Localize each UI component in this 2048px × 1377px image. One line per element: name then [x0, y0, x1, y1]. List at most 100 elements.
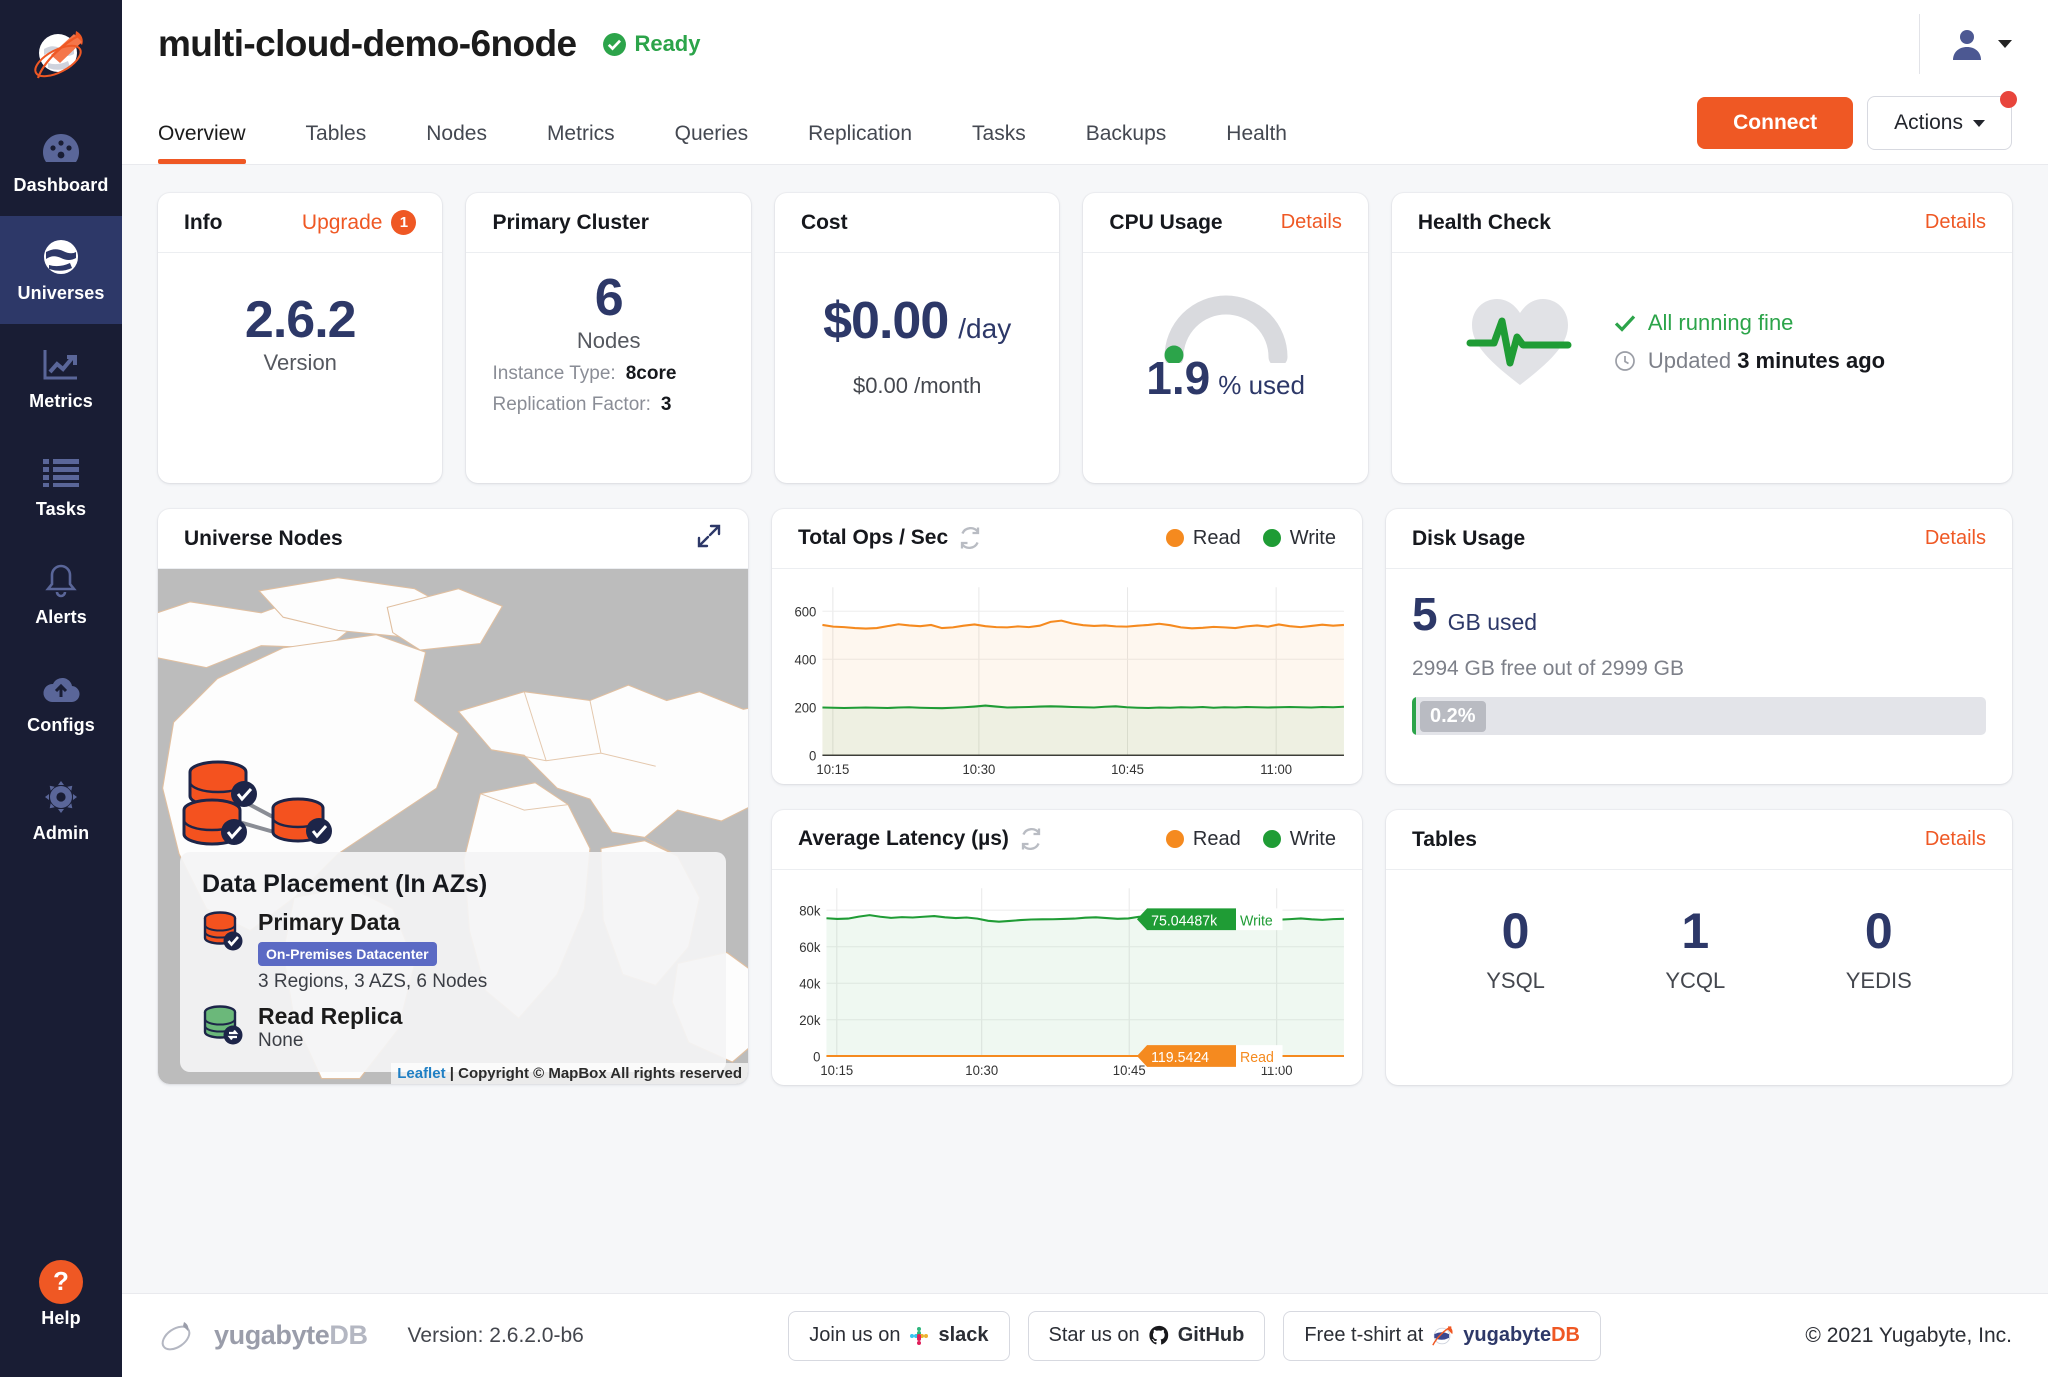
ycql-count: 1 [1665, 906, 1725, 956]
yugabyte-icon [1431, 1324, 1455, 1348]
disk-usage-fill [1412, 697, 1416, 735]
free-tshirt-button[interactable]: Free t-shirt at yugabyteDB [1283, 1311, 1601, 1361]
card-body: 2.6.2 Version [158, 253, 442, 398]
topbar: multi-cloud-demo-6node Ready Overview [122, 0, 2048, 165]
sidebar-item-admin[interactable]: Admin [0, 756, 122, 864]
disk-free-text: 2994 GB free out of 2999 GB [1412, 657, 1986, 681]
legend-read-label: Read [1193, 828, 1241, 851]
table-count-yedis: 0 YEDIS [1846, 906, 1912, 994]
sidebar-item-dashboard[interactable]: Dashboard [0, 108, 122, 216]
health-text-lines: All running fine Updated 3 minutes ago [1614, 310, 1885, 374]
refresh-icon[interactable] [1019, 827, 1043, 851]
sidebar-item-configs[interactable]: Configs [0, 648, 122, 756]
universe-version-value: 2.6.2 [184, 293, 416, 348]
cpu-value: 1.9 [1146, 351, 1210, 405]
list-icon [42, 453, 80, 493]
read-replica-row: Read Replica None [202, 1003, 704, 1052]
universe-nodes-card: Universe Nodes [158, 509, 748, 1084]
tab-backups[interactable]: Backups [1086, 122, 1167, 164]
legend-write[interactable]: Write [1263, 828, 1336, 851]
info-card-title: Info [184, 211, 222, 235]
legend-read[interactable]: Read [1166, 828, 1241, 851]
svg-text:10:15: 10:15 [816, 762, 849, 777]
leaflet-link[interactable]: Leaflet [397, 1065, 445, 1082]
app-logo[interactable] [0, 0, 122, 108]
user-menu[interactable] [1919, 14, 2012, 74]
tab-nodes[interactable]: Nodes [426, 122, 487, 164]
cpu-gauge: 1.9 % used [1109, 277, 1341, 405]
read-replica-name: Read Replica [258, 1003, 402, 1030]
sidebar-item-help[interactable]: ? Help [0, 1241, 122, 1349]
sidebar-item-universes[interactable]: Universes [0, 216, 122, 324]
bell-icon [44, 561, 78, 601]
card-header: Info Upgrade 1 [158, 193, 442, 253]
map-attribution: Leaflet | Copyright © MapBox All rights … [391, 1063, 748, 1084]
health-details-link[interactable]: Details [1925, 211, 1986, 234]
health-updated-prefix: Updated [1648, 348, 1731, 373]
tab-tasks[interactable]: Tasks [972, 122, 1026, 164]
tab-metrics[interactable]: Metrics [547, 122, 615, 164]
upgrade-link[interactable]: Upgrade 1 [302, 210, 417, 235]
star-github-prefix: Star us on [1049, 1324, 1140, 1347]
legend-read[interactable]: Read [1166, 527, 1241, 550]
legend-write[interactable]: Write [1263, 527, 1336, 550]
tab-queries[interactable]: Queries [675, 122, 749, 164]
free-tshirt-brand: yugabyteDB [1463, 1324, 1580, 1347]
sidebar-item-label: Configs [27, 715, 95, 736]
join-slack-brand: slack [938, 1324, 988, 1347]
svg-text:10:45: 10:45 [1113, 1063, 1146, 1078]
tables-card-title: Tables [1412, 828, 1477, 852]
replication-factor-row: Replication Factor: 3 [492, 394, 724, 416]
health-check-card-title: Health Check [1418, 211, 1551, 235]
legend-write-label: Write [1290, 527, 1336, 550]
svg-text:75.04487k: 75.04487k [1151, 913, 1218, 929]
sidebar-item-metrics[interactable]: Metrics [0, 324, 122, 432]
actions-button[interactable]: Actions [1867, 96, 2012, 150]
svg-text:0: 0 [813, 1049, 820, 1064]
svg-text:40k: 40k [799, 976, 821, 991]
legend-read-dot [1166, 830, 1184, 848]
read-replica-texts: Read Replica None [258, 1003, 402, 1052]
footer-brand-text: yugabyte [214, 1320, 329, 1350]
instance-type-value: 8core [626, 363, 677, 385]
tab-replication[interactable]: Replication [808, 122, 912, 164]
refresh-icon[interactable] [958, 526, 982, 550]
cost-monthly: $0.00 /month [801, 373, 1033, 399]
disk-usage-percent: 0.2% [1420, 701, 1486, 732]
disk-used-value: 5 [1412, 587, 1438, 641]
cost-card-title: Cost [801, 211, 848, 235]
cpu-usage-card-title: CPU Usage [1109, 211, 1222, 235]
cpu-details-link[interactable]: Details [1281, 211, 1342, 234]
cpu-value-row: 1.9 % used [1146, 351, 1305, 405]
tab-tables[interactable]: Tables [306, 122, 367, 164]
tables-details-link[interactable]: Details [1925, 828, 1986, 851]
star-github-button[interactable]: Star us on GitHub [1028, 1311, 1266, 1361]
svg-text:119.5424: 119.5424 [1151, 1050, 1209, 1066]
primary-data-name: Primary Data [258, 909, 487, 936]
ysql-count: 0 [1486, 906, 1545, 956]
yedis-label: YEDIS [1846, 968, 1912, 994]
node-count-label: Nodes [492, 328, 724, 354]
expand-icon[interactable] [696, 523, 722, 554]
join-slack-button[interactable]: Join us on slack [788, 1311, 1009, 1361]
world-map[interactable]: Data Placement (In AZs) [158, 569, 748, 1084]
sidebar-item-label: Tasks [36, 499, 86, 520]
svg-text:20k: 20k [799, 1013, 821, 1028]
globe-icon [42, 237, 80, 277]
status-label: Ready [634, 31, 700, 57]
cost-amount: $0.00 [823, 291, 948, 351]
universe-version-label: Version [184, 350, 416, 376]
help-glyph: ? [39, 1260, 83, 1304]
connect-button[interactable]: Connect [1697, 97, 1853, 149]
sidebar-item-alerts[interactable]: Alerts [0, 540, 122, 648]
heartbeat-icon [1466, 293, 1574, 391]
average-latency-legend: Read Write [1166, 828, 1336, 851]
chevron-down-icon [1973, 120, 1985, 127]
chevron-down-icon [1998, 40, 2012, 48]
cloud-upload-icon [41, 669, 81, 709]
sidebar-item-tasks[interactable]: Tasks [0, 432, 122, 540]
disk-details-link[interactable]: Details [1925, 527, 1986, 550]
tab-health[interactable]: Health [1226, 122, 1287, 164]
svg-text:0: 0 [809, 748, 816, 763]
tab-overview[interactable]: Overview [158, 122, 246, 164]
